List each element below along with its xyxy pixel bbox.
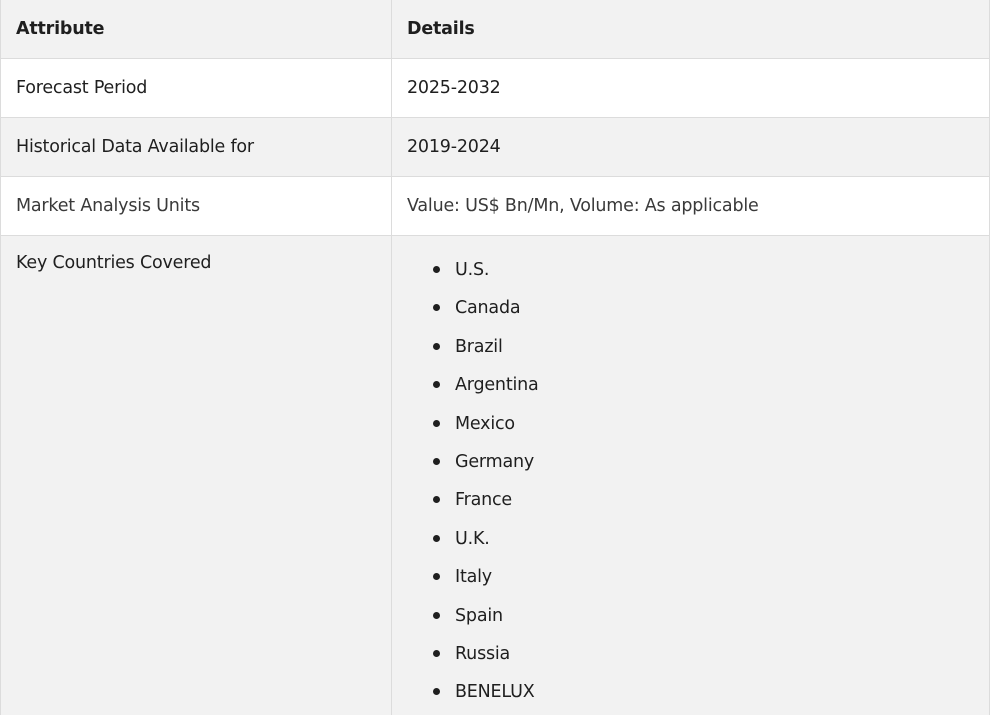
list-item: Mexico xyxy=(407,411,539,449)
list-item: Argentina xyxy=(407,372,539,410)
list-item: U.S. xyxy=(407,257,539,295)
table-row: Forecast Period 2025-2032 xyxy=(1,58,989,117)
countries-list: U.S. Canada Brazil Argentina Mexico Germ… xyxy=(407,257,539,718)
table-row-key-countries: Key Countries Covered U.S. Canada Brazil… xyxy=(1,235,989,715)
report-attributes-table: Attribute Details Forecast Period 2025-2… xyxy=(0,0,990,715)
list-item: Italy xyxy=(407,564,539,602)
table-header-row: Attribute Details xyxy=(1,0,989,58)
attribute-cell: Historical Data Available for xyxy=(1,118,392,176)
table-row: Historical Data Available for 2019-2024 xyxy=(1,117,989,176)
attribute-cell: Forecast Period xyxy=(1,59,392,117)
list-item: Brazil xyxy=(407,334,539,372)
details-cell: 2019-2024 xyxy=(407,137,501,157)
details-cell: Value: US$ Bn/Mn, Volume: As applicable xyxy=(407,196,759,216)
header-details: Details xyxy=(407,19,475,39)
attribute-cell: Key Countries Covered xyxy=(1,236,392,715)
list-item: BENELUX xyxy=(407,679,539,717)
list-item: Canada xyxy=(407,295,539,333)
details-cell: 2025-2032 xyxy=(407,78,501,98)
attribute-cell: Market Analysis Units xyxy=(1,177,392,235)
list-item: France xyxy=(407,487,539,525)
list-item: Spain xyxy=(407,603,539,641)
table-row: Market Analysis Units Value: US$ Bn/Mn, … xyxy=(1,176,989,235)
details-cell: U.S. Canada Brazil Argentina Mexico Germ… xyxy=(392,236,989,715)
list-item: Russia xyxy=(407,641,539,679)
list-item: Germany xyxy=(407,449,539,487)
list-item: U.K. xyxy=(407,526,539,564)
header-attribute: Attribute xyxy=(1,0,392,58)
